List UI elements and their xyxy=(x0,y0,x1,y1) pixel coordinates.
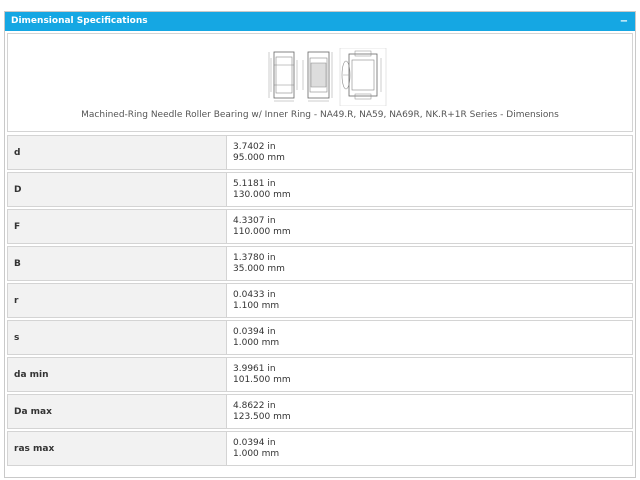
spec-value-inch: 0.0394 in xyxy=(233,438,276,448)
figure-caption: Machined-Ring Needle Roller Bearing w/ I… xyxy=(81,110,559,120)
collapse-icon[interactable]: − xyxy=(619,12,629,31)
spec-value-mm: 35.000 mm xyxy=(233,264,285,274)
spec-label: D xyxy=(8,173,227,206)
spec-value: 5.1181 in 130.000 mm xyxy=(227,173,632,206)
spec-row: ras max 0.0394 in 1.000 mm xyxy=(7,431,633,466)
spec-value: 1.3780 in 35.000 mm xyxy=(227,247,632,280)
panel-header[interactable]: Dimensional Specifications − xyxy=(5,12,635,31)
spec-row: D 5.1181 in 130.000 mm xyxy=(7,172,633,207)
spec-value: 0.0394 in 1.000 mm xyxy=(227,432,632,465)
spec-value-inch: 3.9961 in xyxy=(233,364,276,374)
spec-row: F 4.3307 in 110.000 mm xyxy=(7,209,633,244)
spec-value-inch: 3.7402 in xyxy=(233,142,276,152)
spec-value-mm: 1.000 mm xyxy=(233,449,280,459)
panel-title: Dimensional Specifications xyxy=(11,16,148,26)
spec-value-inch: 0.0433 in xyxy=(233,290,276,300)
spec-value: 4.8622 in 123.500 mm xyxy=(227,395,632,428)
spec-row: d 3.7402 in 95.000 mm xyxy=(7,135,633,170)
spec-label: d xyxy=(8,136,227,169)
spec-row: Da max 4.8622 in 123.500 mm xyxy=(7,394,633,429)
spec-value-mm: 1.000 mm xyxy=(233,338,280,348)
spec-value-mm: 123.500 mm xyxy=(233,412,291,422)
spec-label: s xyxy=(8,321,227,354)
spec-value-mm: 101.500 mm xyxy=(233,375,291,385)
spec-value-mm: 95.000 mm xyxy=(233,153,285,163)
dimension-figure: Machined-Ring Needle Roller Bearing w/ I… xyxy=(7,33,633,132)
spec-value-inch: 1.3780 in xyxy=(233,253,276,263)
spec-value-inch: 5.1181 in xyxy=(233,179,276,189)
dimensional-specifications-panel: Dimensional Specifications − Machined-Ri… xyxy=(4,11,636,478)
panel-body: Machined-Ring Needle Roller Bearing w/ I… xyxy=(7,33,633,475)
spec-value: 4.3307 in 110.000 mm xyxy=(227,210,632,243)
spec-label: r xyxy=(8,284,227,317)
spec-row: da min 3.9961 in 101.500 mm xyxy=(7,357,633,392)
spec-label: B xyxy=(8,247,227,280)
spec-value-mm: 110.000 mm xyxy=(233,227,291,237)
spec-value: 0.0394 in 1.000 mm xyxy=(227,321,632,354)
bearing-cross-section-drawing-icon xyxy=(268,48,387,106)
spec-row: s 0.0394 in 1.000 mm xyxy=(7,320,633,355)
spec-label: F xyxy=(8,210,227,243)
spec-value-mm: 130.000 mm xyxy=(233,190,291,200)
spec-value-inch: 4.8622 in xyxy=(233,401,276,411)
spec-value-mm: 1.100 mm xyxy=(233,301,280,311)
spec-label: ras max xyxy=(8,432,227,465)
spec-value: 0.0433 in 1.100 mm xyxy=(227,284,632,317)
spec-row: B 1.3780 in 35.000 mm xyxy=(7,246,633,281)
spec-row: r 0.0433 in 1.100 mm xyxy=(7,283,633,318)
spec-value: 3.7402 in 95.000 mm xyxy=(227,136,632,169)
spec-label: da min xyxy=(8,358,227,391)
spec-value: 3.9961 in 101.500 mm xyxy=(227,358,632,391)
spec-label: Da max xyxy=(8,395,227,428)
spec-value-inch: 4.3307 in xyxy=(233,216,276,226)
spec-value-inch: 0.0394 in xyxy=(233,327,276,337)
